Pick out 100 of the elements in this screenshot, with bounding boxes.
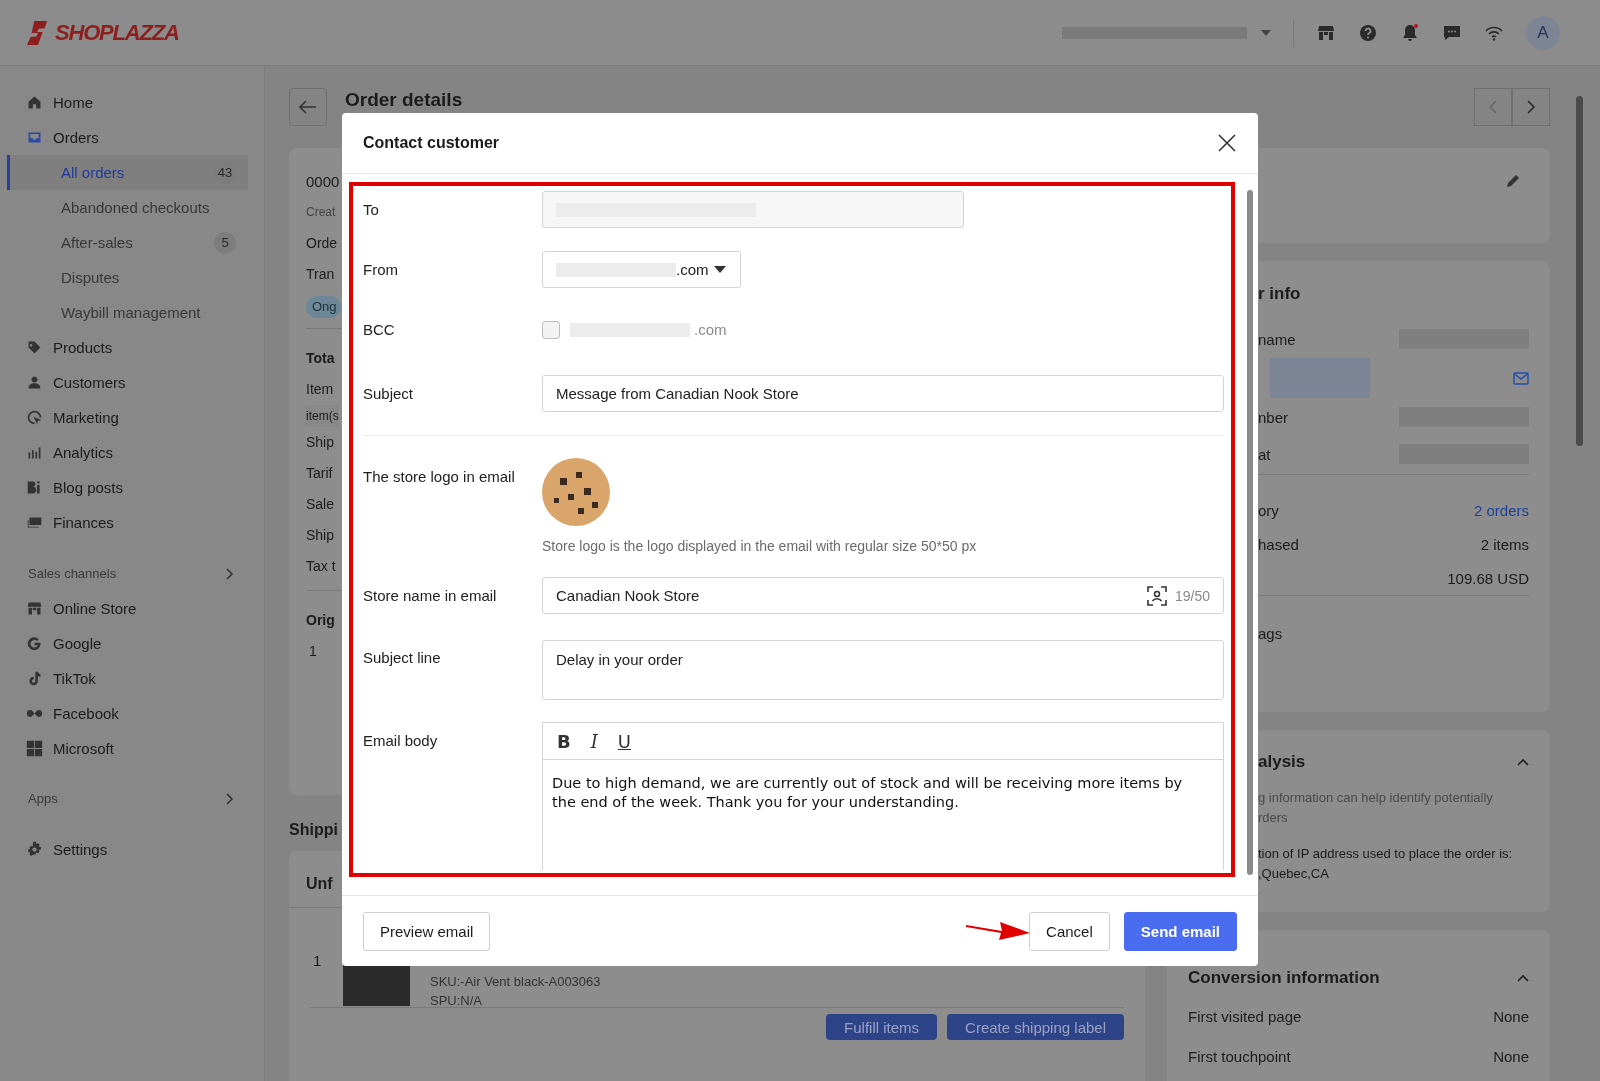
field-label: First visited page	[1188, 1007, 1302, 1025]
checkbox[interactable]	[542, 320, 560, 339]
back-button[interactable]	[289, 88, 327, 126]
sidebar-item[interactable]: Microsoft	[0, 731, 264, 766]
action-button[interactable]: Fulfill items	[826, 1014, 938, 1040]
character-counter: 19/50	[1174, 587, 1210, 604]
logo: SHOPLAZZA	[55, 19, 179, 46]
field-label: nber	[1258, 408, 1289, 426]
dropdown[interactable]: .com	[542, 251, 741, 288]
order-text: Tax t	[306, 557, 336, 576]
input-field[interactable]	[542, 191, 964, 228]
field-value: 109.68 USD	[1447, 569, 1529, 587]
orders-link[interactable]: 2 orders	[1473, 501, 1529, 519]
music-note-icon	[26, 670, 43, 687]
sidebar-item[interactable]: Orders	[0, 120, 264, 155]
caret-icon	[713, 266, 726, 273]
sidebar-subitem[interactable]: After-sales 5	[7, 225, 248, 260]
sidebar-item[interactable]: TikTok	[0, 661, 264, 696]
input-field[interactable]: Canadian Nook Store 19/50	[542, 577, 1224, 614]
windows-icon	[26, 740, 43, 757]
person-icon	[26, 374, 43, 391]
order-text: Item	[306, 380, 334, 399]
field-label: hased	[1258, 535, 1299, 553]
sidebar-item[interactable]: Marketing	[0, 400, 264, 435]
sku-text: SKU:-Air Vent black-A003063	[430, 974, 601, 989]
face-scan-icon[interactable]	[1146, 585, 1167, 606]
chevron-icon[interactable]	[1517, 974, 1529, 982]
chevron-left-icon	[1489, 100, 1497, 114]
order-text: 1	[309, 642, 318, 661]
sidebar-subitem[interactable]: All orders 43	[7, 155, 248, 190]
input-field[interactable]: Message from Canadian Nook Store	[542, 375, 1224, 412]
sidebar-item[interactable]: Home	[0, 85, 264, 120]
field-label: ags	[1258, 624, 1283, 642]
sidebar-item[interactable]: Google	[0, 626, 264, 661]
text-editor[interactable]: Due to high demand, we are currently out of stock and will be receiving more items by the end of the week. Thank you for your understanding.	[543, 760, 1223, 870]
sidebar-item[interactable]: Finances	[0, 505, 264, 540]
sidebar-item[interactable]: Facebook	[0, 696, 264, 731]
quantity: 1	[313, 952, 323, 969]
sidebar-subitem[interactable]: Abandoned checkouts	[7, 190, 248, 225]
field-label: ory	[1258, 501, 1279, 519]
chevron-right-icon[interactable]	[226, 567, 234, 580]
section-heading: Apps	[28, 791, 58, 806]
sidebar-item[interactable]: Customers	[0, 365, 264, 400]
field-label: Subject line	[363, 648, 442, 668]
tag-icon	[26, 339, 43, 356]
order-text: Creat	[306, 204, 336, 221]
chevron-icon[interactable]	[1517, 758, 1529, 766]
dialog-button[interactable]: Preview email	[363, 911, 491, 951]
chevron-right-icon	[1527, 100, 1535, 114]
store-icon	[26, 600, 43, 617]
order-text: Tarif	[306, 464, 333, 483]
avatar[interactable]: A	[1526, 15, 1560, 50]
page-title: Order details	[345, 89, 463, 111]
bell-icon[interactable]	[1400, 22, 1420, 43]
caret-icon	[1261, 29, 1271, 36]
mail-icon[interactable]	[1513, 371, 1529, 385]
sidebar-item[interactable]: Settings	[0, 832, 264, 867]
card-title: alysis	[1258, 752, 1306, 772]
sidebar-item[interactable]: Products	[0, 330, 264, 365]
field-value: 2 items	[1480, 535, 1529, 553]
field-value: None	[1493, 1047, 1529, 1065]
risk-text: tion of IP address used to place the order is:	[1258, 845, 1514, 863]
domain-suffix: .com	[694, 321, 727, 338]
spu-text: SPU:N/A	[430, 993, 483, 1008]
sidebar-subitem[interactable]: Waybill management	[7, 295, 248, 330]
cursor-icon	[26, 409, 43, 426]
dialog-button[interactable]: Cancel	[1029, 911, 1110, 951]
field-label: First touchpoint	[1188, 1047, 1291, 1065]
chevron-right-icon[interactable]	[226, 792, 234, 805]
sidebar-subitem[interactable]: Disputes	[7, 260, 248, 295]
field-label: Store name in email	[363, 586, 498, 606]
sidebar-item[interactable]: Online Store	[0, 591, 264, 626]
dialog-button[interactable]: Send email	[1123, 911, 1237, 951]
format-button[interactable]: B	[551, 730, 577, 752]
order-text: 0000	[306, 172, 340, 192]
domain-suffix: .com	[676, 261, 709, 278]
field-label: Email body	[363, 731, 439, 751]
bar-chart-icon	[26, 444, 43, 461]
next-button[interactable]	[1512, 88, 1550, 126]
close-icon[interactable]	[1218, 134, 1236, 152]
sidebar-item[interactable]: Blog posts	[0, 470, 264, 505]
order-text: item(s	[306, 405, 339, 427]
action-button[interactable]: Create shipping label	[947, 1014, 1124, 1040]
hint-text: Store logo is the logo displayed in the email with regular size 50*50 px	[542, 538, 978, 554]
order-text: Tran	[306, 265, 335, 284]
sidebar-item[interactable]: Analytics	[0, 435, 264, 470]
field-label: To	[363, 200, 380, 220]
section-heading: Sales channels	[28, 566, 117, 581]
format-button[interactable]: I	[584, 730, 604, 752]
pencil-icon[interactable]	[1506, 174, 1520, 188]
order-text: Sale	[306, 495, 335, 514]
wallet-icon	[26, 514, 43, 531]
format-button[interactable]: U	[611, 730, 638, 752]
section-heading: Shippi	[289, 821, 339, 839]
order-text: Orde	[306, 234, 338, 253]
field-label: at	[1258, 445, 1271, 463]
help-icon[interactable]	[1358, 22, 1378, 43]
text-area[interactable]: Delay in your order	[542, 640, 1224, 700]
order-text: Ship	[306, 433, 335, 452]
field-label: From	[363, 260, 399, 280]
